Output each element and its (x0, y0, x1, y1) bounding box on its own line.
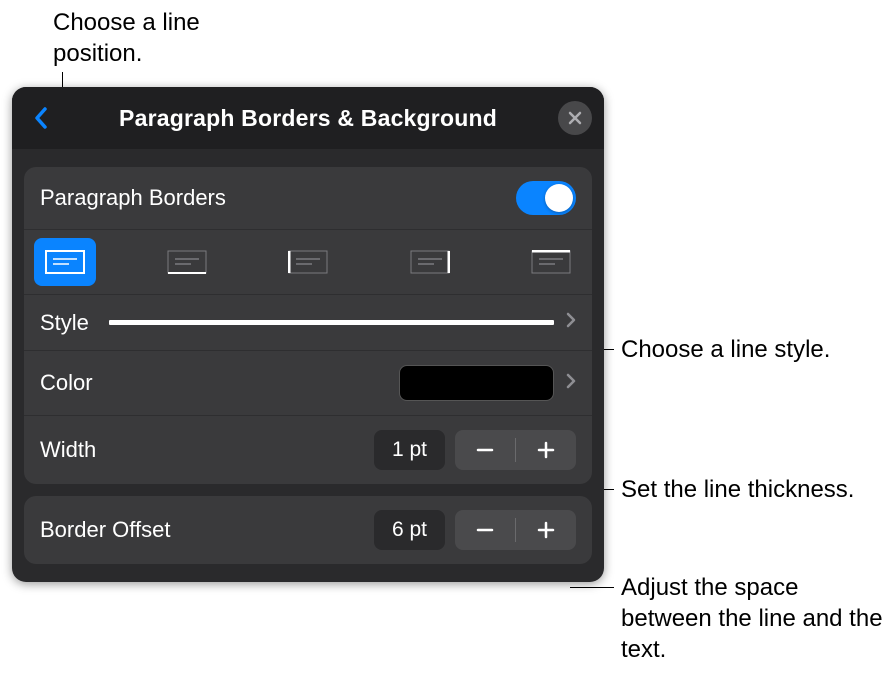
border-offset-value[interactable]: 6 pt (374, 510, 445, 550)
callout-line-thickness: Set the line thickness. (621, 474, 854, 505)
offset-increase-button[interactable] (516, 510, 576, 550)
border-offset-label: Border Offset (40, 517, 374, 543)
toggle-label: Paragraph Borders (40, 185, 516, 211)
style-label: Style (40, 310, 89, 336)
style-row[interactable]: Style (24, 295, 592, 351)
back-button[interactable] (24, 101, 58, 135)
width-stepper (455, 430, 576, 470)
paragraph-borders-panel: Paragraph Borders & Background Paragraph… (12, 87, 604, 582)
width-decrease-button[interactable] (455, 430, 515, 470)
panel-header: Paragraph Borders & Background (12, 87, 604, 149)
border-position-right[interactable] (399, 238, 461, 286)
border-position-row (24, 230, 592, 295)
callout-connector (570, 587, 614, 588)
color-label: Color (40, 370, 399, 396)
border-position-all[interactable] (34, 238, 96, 286)
callout-line-position: Choose a line position. (53, 7, 200, 69)
chevron-left-icon (33, 106, 49, 130)
panel-title: Paragraph Borders & Background (58, 105, 558, 132)
minus-icon (475, 520, 495, 540)
chevron-right-icon (566, 312, 576, 333)
color-swatch[interactable] (399, 365, 554, 401)
style-preview-line (109, 320, 554, 325)
offset-decrease-button[interactable] (455, 510, 515, 550)
callout-border-offset: Adjust the space between the line and th… (621, 572, 884, 666)
width-value[interactable]: 1 pt (374, 430, 445, 470)
paragraph-borders-toggle-row: Paragraph Borders (24, 167, 592, 230)
width-increase-button[interactable] (516, 430, 576, 470)
border-right-icon (410, 250, 450, 274)
borders-section: Paragraph Borders (24, 167, 592, 484)
close-icon (568, 111, 582, 125)
paragraph-borders-toggle[interactable] (516, 181, 576, 215)
offset-section: Border Offset 6 pt (24, 496, 592, 564)
border-position-left[interactable] (277, 238, 339, 286)
border-top-icon (531, 250, 571, 274)
border-left-icon (288, 250, 328, 274)
minus-icon (475, 440, 495, 460)
width-label: Width (40, 437, 374, 463)
plus-icon (536, 520, 556, 540)
close-button[interactable] (558, 101, 592, 135)
chevron-right-icon (566, 373, 576, 394)
color-row[interactable]: Color (24, 351, 592, 416)
width-row: Width 1 pt (24, 416, 592, 484)
border-offset-row: Border Offset 6 pt (24, 496, 592, 564)
border-bottom-icon (167, 250, 207, 274)
plus-icon (536, 440, 556, 460)
offset-stepper (455, 510, 576, 550)
callout-line-style: Choose a line style. (621, 334, 830, 365)
border-position-bottom[interactable] (156, 238, 218, 286)
border-all-icon (45, 250, 85, 274)
toggle-knob (545, 184, 573, 212)
border-position-top[interactable] (520, 238, 582, 286)
